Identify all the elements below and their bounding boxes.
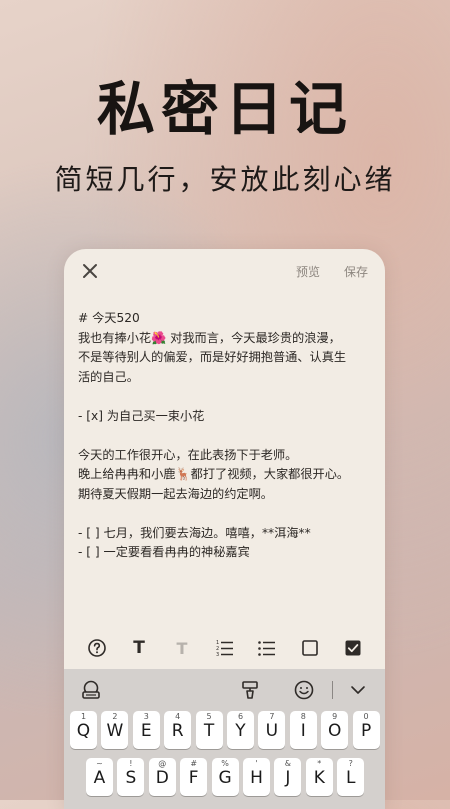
key-s[interactable]: ! S [117, 758, 145, 796]
key-hint: ! [129, 759, 133, 768]
chevron-down-icon[interactable] [345, 677, 371, 703]
key-label: L [345, 768, 356, 788]
close-icon[interactable] [78, 259, 102, 283]
key-p[interactable]: 0P [352, 711, 380, 749]
editor-line: 今天的工作很开心，在此表扬下于老师。 [78, 447, 298, 462]
editor-line: 我也有捧小花🌺 对我而言，今天最珍贵的浪漫， [78, 330, 341, 345]
key-label: T [203, 721, 215, 741]
key-y[interactable]: 6Y [227, 711, 254, 749]
editor-line: - [ ] 一定要看看冉冉的神秘嘉宾 [78, 545, 250, 559]
key-hint: * [317, 759, 322, 768]
key-label: H [250, 768, 263, 788]
key-label: D [155, 768, 169, 788]
key-u[interactable]: 7U [258, 711, 286, 749]
hero-title: 私密日记 [96, 75, 353, 143]
checkbox-checked-icon[interactable] [340, 635, 366, 661]
key-label: U [265, 721, 279, 741]
key-hint: 4 [175, 712, 181, 721]
key-j[interactable]: & J [274, 758, 302, 796]
keyboard-settings-icon[interactable] [78, 677, 104, 703]
key-w[interactable]: 2W [101, 711, 129, 749]
key-o[interactable]: 9O [321, 711, 349, 749]
key-label: S [125, 768, 137, 788]
editor-line: # 今天520 [78, 311, 140, 325]
key-hint: 7 [269, 712, 275, 721]
checkbox-empty-icon[interactable] [297, 635, 323, 661]
keyboard-top-bar [64, 669, 385, 711]
key-label: G [218, 768, 232, 788]
key-e[interactable]: 3E [132, 711, 160, 749]
key-a[interactable]: ~ A [86, 758, 113, 796]
key-hint: 5 [206, 712, 212, 721]
bold-button[interactable]: T [126, 635, 152, 661]
key-hint: 2 [112, 712, 118, 721]
editor-line: 不是等待别人的偏爱，而是好好拥抱普通、认真生 [78, 350, 347, 364]
key-hint: & [284, 759, 292, 768]
ordered-list-icon[interactable]: 1 2 3 [212, 635, 238, 661]
bullet-list-icon[interactable] [254, 635, 280, 661]
key-hint: 6 [237, 712, 244, 721]
editor-line: - [ ] 七月，我们要去海边。嘻嘻，**洱海** [78, 525, 311, 540]
key-hint: ' [255, 759, 258, 768]
editor-line: 晚上给冉冉和小鹿🦌都打了视频，大家都很开心。 [78, 467, 350, 481]
key-label: F [188, 768, 199, 788]
soft-keyboard: 1 Q 2 W 3 E 4 R 5 T 6 Y 7 U 8 I 9 O 0 P ~ A! S @ D # F% G ' H & J * K? L [64, 669, 385, 809]
key-hint: @ [158, 759, 167, 768]
editor-topbar: 预览 保存 [64, 249, 385, 293]
editor-line: 活的自己。 [78, 369, 139, 384]
svg-text:3: 3 [216, 652, 219, 658]
emoji-icon[interactable] [291, 677, 317, 703]
key-label: O [327, 721, 342, 741]
key-hint: 1 [80, 712, 87, 721]
key-f[interactable]: # F [180, 758, 208, 796]
key-d[interactable]: @ D [148, 758, 176, 796]
key-label: E [140, 721, 152, 741]
help-circle-icon[interactable] [84, 635, 110, 661]
hero-subtitle: 简短几行，安放此刻心绪 [54, 163, 396, 196]
key-label: R [171, 721, 184, 741]
key-label: K [313, 768, 325, 788]
key-r[interactable]: 4R [164, 711, 192, 749]
preview-button[interactable]: 预览 [296, 263, 320, 280]
save-button[interactable]: 保存 [344, 263, 368, 280]
editor-line: - [x] 为自己买一束小花 [78, 408, 205, 423]
key-label: P [360, 721, 372, 741]
key-g[interactable]: % G [211, 758, 239, 796]
key-h[interactable]: ' H [243, 758, 270, 796]
key-label: Q [76, 721, 91, 741]
editor-line: 期待夏天假期一起去海边的约定啊。 [78, 486, 273, 501]
format-toolbar: T T 1 2 3 [64, 635, 385, 663]
key-q[interactable]: 1Q [70, 711, 97, 749]
key-hint: 3 [143, 712, 149, 721]
key-hint: 0 [363, 712, 369, 721]
key-hint: # [190, 759, 198, 768]
light-text-button[interactable]: T [169, 635, 195, 661]
key-label: I [300, 721, 306, 741]
key-hint: 9 [332, 712, 338, 721]
key-hint: 8 [300, 712, 306, 721]
key-label: A [93, 768, 106, 788]
key-hint: ? [348, 759, 353, 768]
key-hint: ~ [96, 759, 103, 768]
key-label: W [106, 721, 124, 741]
diary-editor[interactable]: # 今天520 我也有捧小花🌺 对我而言，今天最珍贵的浪漫， 不是等待别人的偏爱，而… [78, 309, 378, 563]
key-label: J [285, 768, 291, 788]
key-t[interactable]: 5T [195, 711, 223, 749]
key-hint: % [221, 759, 229, 768]
keyboard-divider [332, 681, 333, 699]
key-k[interactable]: * K [305, 758, 333, 796]
key-label: Y [235, 721, 246, 741]
key-l[interactable]: ? L [337, 758, 365, 796]
paint-icon[interactable] [237, 677, 263, 703]
phone-screen: 预览 保存 # 今天520 我也有捧小花🌺 对我而言，今天最珍贵的浪漫， 不是等待别… [64, 249, 385, 809]
key-i[interactable]: 8I [289, 711, 317, 749]
